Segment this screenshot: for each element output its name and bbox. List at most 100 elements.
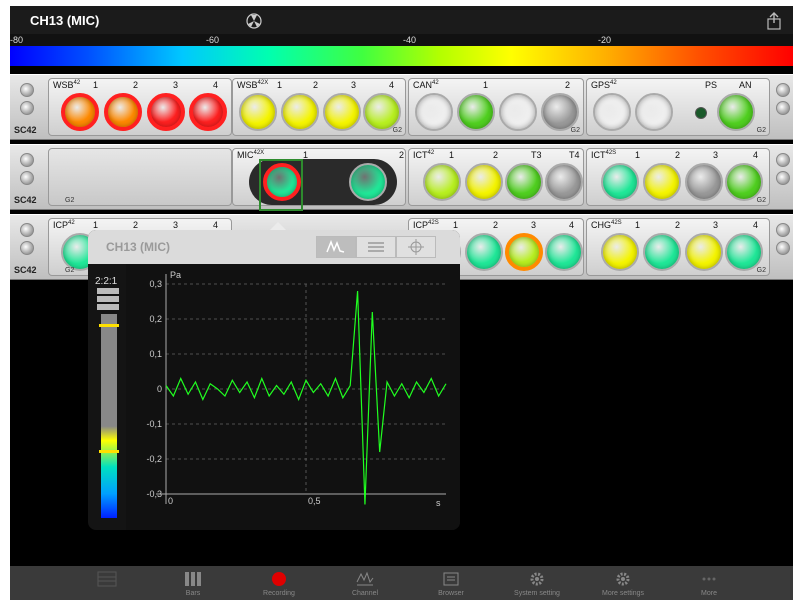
tab-channel[interactable]: Channel xyxy=(330,568,400,598)
channel-led[interactable] xyxy=(601,163,639,201)
module-card-chg42s[interactable]: CHG42S 1 2 3 4 G2 xyxy=(586,218,770,276)
channel-led[interactable] xyxy=(717,93,755,131)
channel-label: 4 xyxy=(213,80,219,90)
list-tab[interactable] xyxy=(356,236,396,258)
channel-label: 2 xyxy=(313,80,319,90)
selection-box xyxy=(259,159,303,211)
channel-led[interactable] xyxy=(104,93,142,131)
screw-icon xyxy=(776,171,790,185)
channel-led[interactable] xyxy=(685,163,723,201)
channel-led[interactable] xyxy=(725,233,763,271)
channel-label: 1 xyxy=(635,220,641,230)
module-name: ICP42 xyxy=(53,220,75,230)
channel-led[interactable] xyxy=(499,93,537,131)
low-marker[interactable] xyxy=(99,450,119,453)
channel-led[interactable] xyxy=(189,93,227,131)
title-bar: CH13 (MIC) xyxy=(10,6,793,34)
popover-header: CH13 (MIC) xyxy=(88,230,460,264)
channel-led[interactable] xyxy=(147,93,185,131)
tab-label: More settings xyxy=(601,590,645,597)
tab-grid[interactable] xyxy=(72,568,142,598)
meter-bar xyxy=(101,314,117,518)
module-name: CAN42 xyxy=(413,80,439,90)
channel-led[interactable] xyxy=(423,163,461,201)
channel-led[interactable] xyxy=(545,233,583,271)
y-tick-label: 0,3 xyxy=(149,279,162,289)
tab-more[interactable]: More xyxy=(674,568,744,598)
channel-label: 3 xyxy=(713,150,719,160)
channel-label: 4 xyxy=(389,80,395,90)
channel-led[interactable] xyxy=(239,93,277,131)
peak-marker[interactable] xyxy=(99,324,119,327)
channel-label: 2 xyxy=(565,80,571,90)
crosshair-tab[interactable] xyxy=(396,236,436,258)
channel-label: T3 xyxy=(531,150,542,160)
tab-recording[interactable]: Recording xyxy=(244,568,314,598)
screw-icon xyxy=(20,101,34,115)
module-card-can42[interactable]: CAN42 1 2 G2 xyxy=(408,78,584,136)
channel-led[interactable] xyxy=(593,93,631,131)
tab-more-settings[interactable]: More settings xyxy=(588,568,658,598)
channel-led[interactable] xyxy=(61,93,99,131)
share-icon[interactable] xyxy=(766,12,782,30)
channel-led[interactable] xyxy=(323,93,361,131)
waveform-plot[interactable]: 0,3 0,2 0,1 0 -0,1 -0,2 -0,3 0 0,5 Pa s xyxy=(126,264,460,530)
channel-led[interactable] xyxy=(545,163,583,201)
module-card-gps42[interactable]: GPS42 PS AN G2 xyxy=(586,78,770,136)
channel-label: 3 xyxy=(173,80,179,90)
rack-ear: SC42 xyxy=(12,217,46,277)
module-name: CHG42S xyxy=(591,220,622,230)
rack-ear xyxy=(772,147,792,207)
module-name: ICT42 xyxy=(413,150,435,160)
tab-label: Channel xyxy=(351,590,379,597)
more-icon xyxy=(702,577,716,581)
module-card-mic42x[interactable]: MIC42X 1 2 xyxy=(232,148,406,211)
channel-led[interactable] xyxy=(541,93,579,131)
module-card-wsb42[interactable]: WSB42 1 2 3 4 xyxy=(48,78,232,136)
tab-bars[interactable]: Bars xyxy=(158,568,228,598)
channel-led[interactable] xyxy=(281,93,319,131)
screw-icon xyxy=(20,241,34,255)
channel-led[interactable] xyxy=(349,163,387,201)
module-card-ict42s[interactable]: ICT42S 1 2 3 4 G2 xyxy=(586,148,770,206)
tab-system-setting[interactable]: System setting xyxy=(502,568,572,598)
channel-label: 4 xyxy=(753,220,759,230)
bars-icon xyxy=(185,572,201,586)
tab-browser[interactable]: Browser xyxy=(416,568,486,598)
module-card-wsb42x[interactable]: WSB42X 1 2 3 4 G2 xyxy=(232,78,406,136)
channel-label: 2 xyxy=(675,150,681,160)
module-name: WSB42X xyxy=(237,80,269,90)
channel-led[interactable] xyxy=(635,93,673,131)
channel-led[interactable] xyxy=(643,233,681,271)
channel-led[interactable] xyxy=(457,93,495,131)
channel-led[interactable] xyxy=(685,233,723,271)
g2-label: G2 xyxy=(65,197,75,204)
rack-row-1: SC42 WSB42 1 2 3 4 WSB42X 1 2 3 4 G2 CAN… xyxy=(10,74,793,140)
scale-label: -20 xyxy=(598,35,612,45)
channel-label: 1 xyxy=(453,220,459,230)
popover-title: CH13 (MIC) xyxy=(106,240,171,254)
module-card-ict42[interactable]: ICT42 1 2 T3 T4 xyxy=(408,148,584,206)
channel-label: 2 xyxy=(133,80,139,90)
channel-led[interactable] xyxy=(601,233,639,271)
channel-led[interactable] xyxy=(363,93,401,131)
scale-label: -60 xyxy=(206,35,220,45)
fan-icon[interactable] xyxy=(246,13,262,29)
channel-led[interactable] xyxy=(505,163,543,201)
waveform-chart: 0,30,20,10-0,1-0,2-0,30 0,5Pas xyxy=(146,270,447,508)
tab-label: More xyxy=(701,590,717,597)
channel-led[interactable] xyxy=(505,233,543,271)
channel-led[interactable] xyxy=(465,233,503,271)
channel-label: 2 xyxy=(675,220,681,230)
g2-label: G2 xyxy=(392,127,402,134)
waveform-tab[interactable] xyxy=(316,236,356,258)
meter-segment xyxy=(97,296,119,302)
y-unit-label: Pa xyxy=(170,270,181,280)
rack-row-2: SC42 G2 MIC42X 1 2 ICT42 1 2 T3 T4 ICT42… xyxy=(10,144,793,211)
screw-icon xyxy=(20,223,34,237)
channel-led[interactable] xyxy=(643,163,681,201)
channel-led[interactable] xyxy=(415,93,453,131)
channel-icon xyxy=(356,571,374,586)
channel-led[interactable] xyxy=(465,163,503,201)
channel-led[interactable] xyxy=(725,163,763,201)
